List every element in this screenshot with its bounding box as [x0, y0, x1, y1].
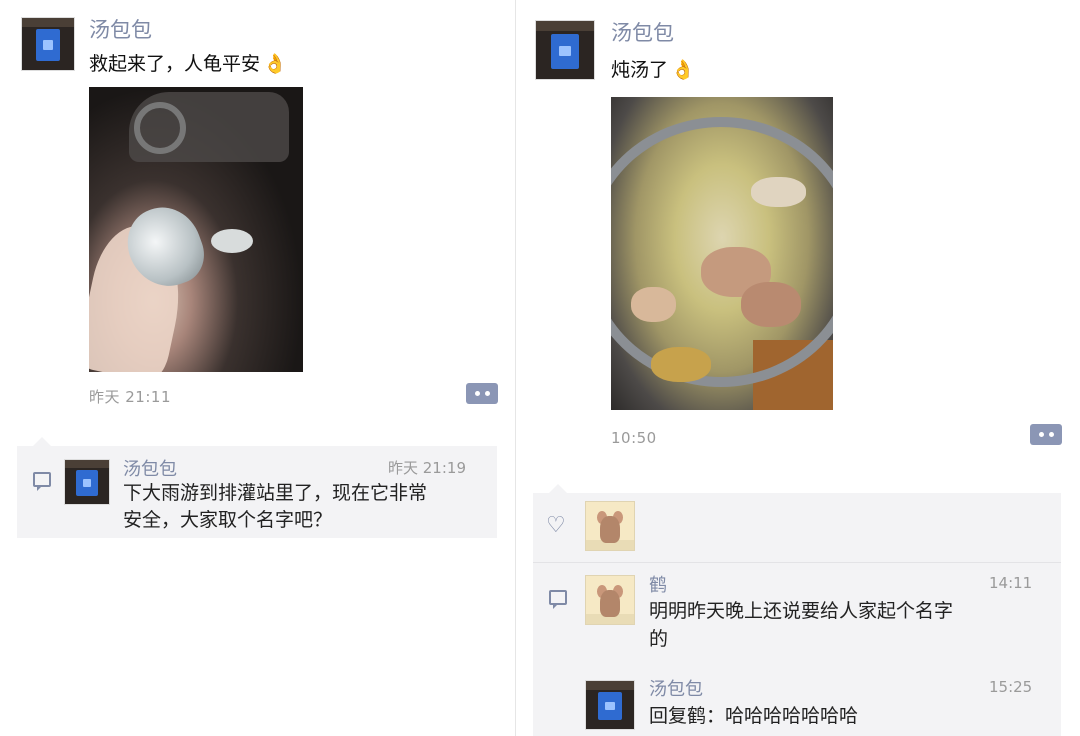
- comment-author[interactable]: 汤包包: [123, 455, 177, 481]
- post-text-content: 救起来了，人龟平安: [89, 53, 261, 75]
- post-text-content: 炖汤了: [611, 59, 669, 81]
- ok-hand-icon: 👌: [671, 59, 695, 81]
- post-photo[interactable]: [611, 97, 833, 410]
- post-time: 10:50: [611, 429, 657, 447]
- post-author[interactable]: 汤包包: [89, 14, 152, 44]
- avatar[interactable]: [64, 459, 110, 505]
- avatar[interactable]: [585, 575, 635, 625]
- comment-time: 昨天 21:19: [388, 459, 466, 477]
- like-divider: [533, 562, 1061, 563]
- post-author[interactable]: 汤包包: [611, 17, 674, 47]
- comment-text-line: 下大雨游到排灌站里了，现在它非常: [123, 482, 428, 504]
- post-text: 炖汤了 👌: [611, 55, 695, 82]
- panel-caret: [33, 437, 51, 446]
- comment-time: 15:25: [989, 678, 1033, 696]
- comment-author[interactable]: 鹤: [649, 571, 667, 597]
- post-time: 昨天 21:11: [89, 388, 171, 406]
- heart-icon: ♡: [546, 513, 566, 538]
- comment-icon: [549, 590, 567, 609]
- like-avatar[interactable]: [585, 501, 635, 551]
- panel-caret: [549, 484, 567, 493]
- more-dots-icon[interactable]: [466, 383, 498, 404]
- more-dots-icon[interactable]: [1030, 424, 1062, 445]
- avatar[interactable]: [585, 680, 635, 730]
- ok-hand-icon: 👌: [263, 53, 287, 75]
- avatar[interactable]: [535, 20, 595, 80]
- comment-text-line: 的: [649, 628, 669, 650]
- comment-author[interactable]: 汤包包: [649, 675, 703, 701]
- comment-time: 14:11: [989, 574, 1033, 592]
- comment-text-line: 明明昨天晚上还说要给人家起个名字: [649, 600, 954, 622]
- comment-text-line: 安全，大家取个名字吧？: [123, 509, 333, 531]
- comment-text-line: 回复鹤：哈哈哈哈哈哈哈: [649, 705, 859, 727]
- post-photo[interactable]: [89, 87, 303, 372]
- comment-icon: [33, 472, 51, 491]
- avatar[interactable]: [21, 17, 75, 71]
- column-divider: [515, 0, 516, 736]
- post-text: 救起来了，人龟平安 👌: [89, 49, 287, 76]
